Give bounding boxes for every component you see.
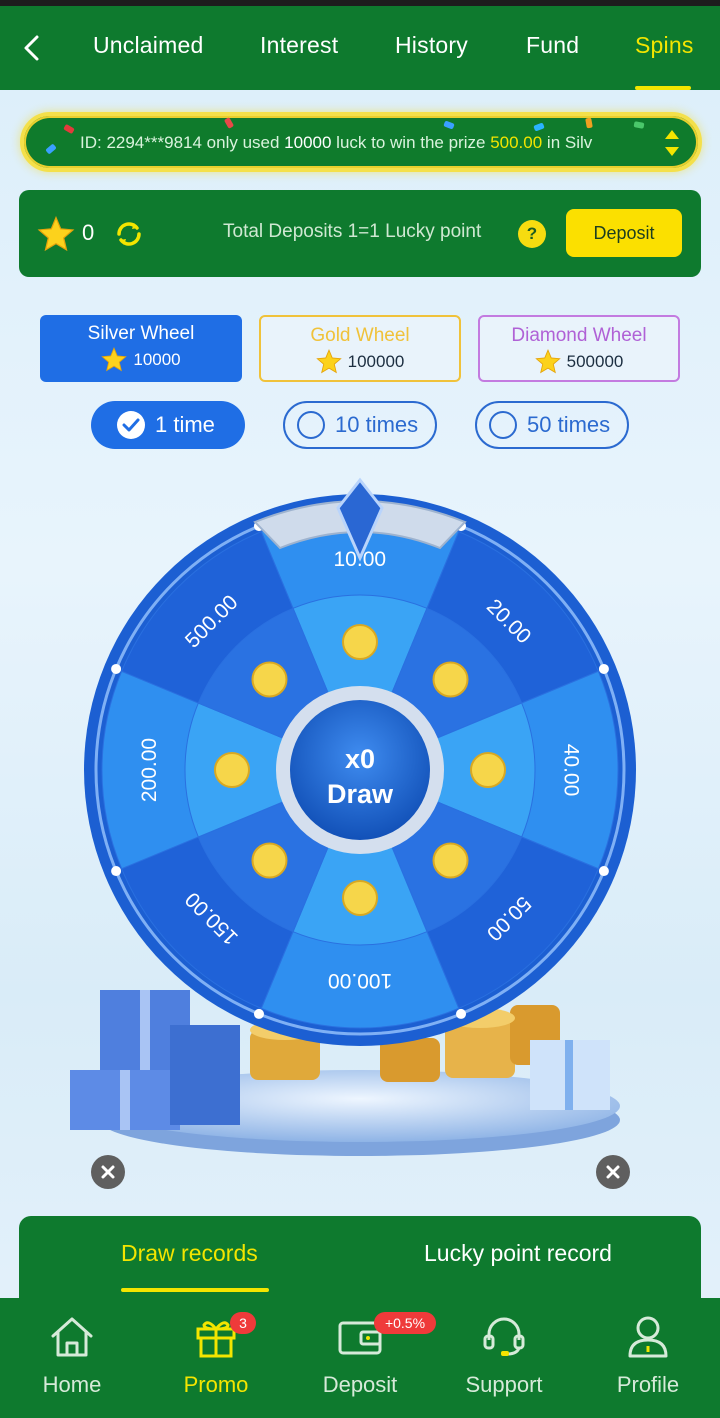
confetti-decoration [45,143,57,155]
draw-button[interactable]: x0 Draw [290,707,430,847]
spin-1-time-option[interactable]: 1 time [91,401,245,449]
top-navigation: Unclaimed Interest History Fund Spins [0,6,720,90]
scroll-arrows-icon [665,130,679,156]
confetti-decoration [443,120,455,130]
prize-label: 40.00 [558,743,582,797]
headset-icon [483,1317,525,1356]
nav-label: Promo [183,1372,249,1397]
check-icon [117,411,145,439]
marquee-suffix: in Silv [542,133,593,152]
coin-icon [432,661,469,698]
profile-icon [628,1316,668,1358]
close-icon [606,1165,620,1179]
confetti-decoration [585,117,593,129]
confetti-decoration [63,123,75,135]
coin-icon [342,880,378,916]
active-tab-indicator [635,86,691,90]
nav-label: Profile [616,1372,680,1397]
confetti-decoration [633,121,645,129]
coin-icon [214,752,250,788]
prize-label: 10.00 [333,548,387,571]
chevron-left-icon [24,35,39,61]
rim-light [111,866,122,877]
tab-fund[interactable]: Fund [526,32,579,59]
winner-marquee: ID: 2294***9814 only used 10000 luck to … [20,112,702,172]
lucky-point-count: 0 [82,220,95,245]
nav-deposit[interactable]: Deposit +0.5% [300,1312,436,1398]
nav-label: Support [465,1372,543,1397]
rim-light [253,1008,264,1019]
nav-promo[interactable]: Promo 3 [156,1312,276,1398]
close-right-button[interactable] [596,1155,630,1189]
star-icon [37,216,75,252]
radio-icon [297,411,325,439]
wheel-cost: 100000 [347,351,405,371]
tab-lucky-point-record[interactable]: Lucky point record [424,1240,612,1267]
star-icon [534,349,561,374]
star-icon [315,349,342,374]
marquee-prize: 500.00 [490,133,543,152]
tab-interest[interactable]: Interest [260,32,338,59]
coin-icon [251,661,288,698]
rim-light [598,663,609,674]
tab-unclaimed[interactable]: Unclaimed [93,32,203,59]
promo-badge: 3 [230,1312,256,1334]
marquee-middle: luck to win the prize [331,133,491,152]
spin-10-times-option[interactable]: 10 times [283,401,437,449]
marquee-luck: 10000 [284,133,332,152]
refresh-icon[interactable] [113,218,145,250]
active-tab-indicator [121,1288,269,1292]
nav-label: Home [42,1372,102,1397]
wheel-name: Gold Wheel [310,325,410,346]
close-left-button[interactable] [91,1155,125,1189]
coin-icon [251,842,288,879]
spin-times-label: 1 time [155,412,215,437]
draw-label: Draw [326,779,394,809]
wheel-name: Diamond Wheel [511,325,647,346]
coin-icon [432,842,469,879]
home-icon [51,1317,93,1357]
deposit-badge: +0.5% [374,1312,436,1334]
wheel-cost: 500000 [566,351,624,371]
tab-draw-records[interactable]: Draw records [121,1240,258,1267]
spin-50-times-option[interactable]: 50 times [475,401,629,449]
draw-multiplier: x0 [344,744,376,774]
rim-light [456,1008,467,1019]
coin-icon [342,624,378,660]
back-button[interactable] [14,30,50,66]
nav-label: Deposit [322,1372,398,1397]
rim-light [598,866,609,877]
nav-home[interactable]: Home [12,1312,132,1398]
rim-light [111,663,122,674]
lucky-point-bar: 0 Total Deposits 1=1 Lucky point ? Depos… [19,190,701,277]
spin-times-label: 10 times [335,412,419,437]
nav-profile[interactable]: Profile [588,1312,708,1398]
nav-support[interactable]: Support [444,1312,564,1398]
prize-label: 200.00 [138,737,162,803]
diamond-wheel-option[interactable]: Diamond Wheel 500000 [478,315,680,382]
tab-history[interactable]: History [395,32,468,59]
marquee-text: ID: 2294***9814 only used 10000 luck to … [80,133,592,153]
coin-icon [470,752,506,788]
spin-times-label: 50 times [527,412,611,437]
help-icon[interactable]: ? [518,220,546,248]
star-icon [101,347,128,372]
confetti-decoration [223,117,235,129]
tab-spins[interactable]: Spins [635,32,694,59]
silver-wheel-option[interactable]: Silver Wheel 10000 [40,315,242,382]
prize-label: 100.00 [328,969,393,992]
gold-wheel-option[interactable]: Gold Wheel 100000 [259,315,461,382]
wheel-cost: 10000 [133,349,181,369]
deposit-button[interactable]: Deposit [566,209,682,257]
bottom-navigation: Home Promo 3 Deposit +0.5% Support Profi… [0,1298,720,1418]
wheel-name: Silver Wheel [87,323,195,344]
radio-icon [489,411,517,439]
confetti-decoration [533,122,545,132]
lucky-point-info: Total Deposits 1=1 Lucky point [223,221,482,242]
close-icon [101,1165,115,1179]
marquee-prefix: ID: 2294***9814 only used [80,133,285,152]
